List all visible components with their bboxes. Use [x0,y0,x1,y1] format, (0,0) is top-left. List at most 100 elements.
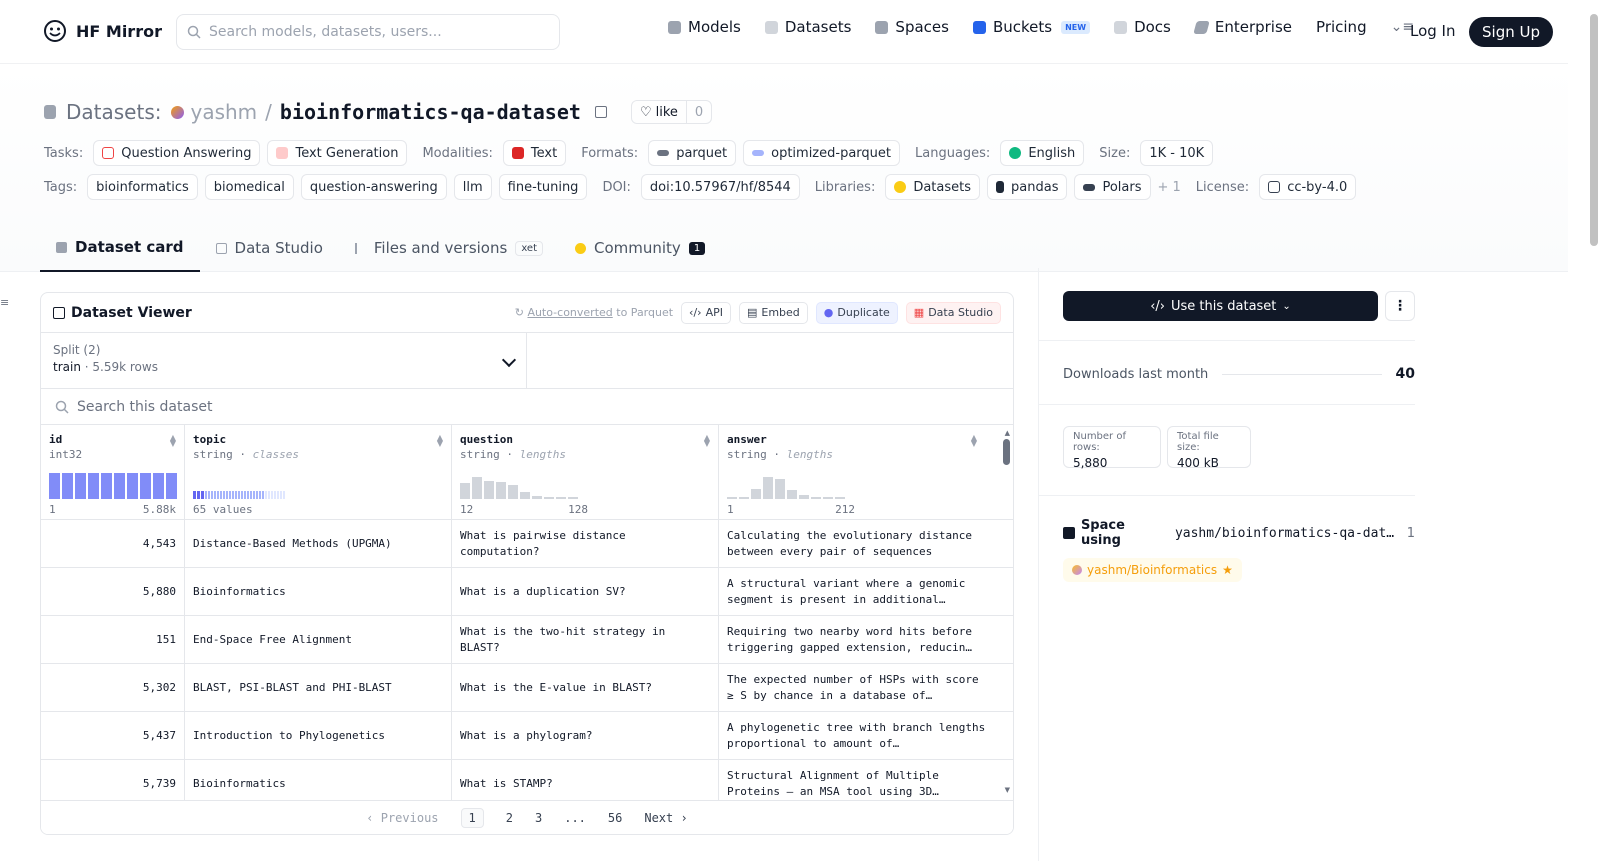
cell-question[interactable]: What is a phylogram? [452,712,719,759]
tag-question-answering-topic[interactable]: question-answering [300,174,447,200]
histogram-bar[interactable] [556,497,566,499]
sort-icon[interactable]: ▲ ▼ [704,434,710,448]
cell-answer[interactable]: A phylogenetic tree with branch lengths … [719,712,999,759]
histogram-bar[interactable] [496,482,506,499]
histogram-bar[interactable] [532,496,542,499]
class-segment[interactable] [235,491,237,499]
class-segment[interactable] [193,491,196,499]
cell-question[interactable]: What is the two-hit strategy in BLAST? [452,616,719,663]
tag-optimized-parquet[interactable]: optimized-parquet [743,140,900,166]
histogram-bar[interactable] [460,483,470,499]
cell-id[interactable]: 5,880 [41,568,185,615]
dataset-search[interactable] [41,389,1013,425]
class-segment[interactable] [201,491,204,499]
class-segment[interactable] [217,491,219,499]
histogram-bar[interactable] [823,497,833,499]
page-scroll-thumb[interactable] [1590,14,1598,246]
tag-fine-tuning[interactable]: fine-tuning [498,174,588,200]
histogram-bar[interactable] [508,485,518,499]
class-segment[interactable] [253,491,255,499]
table-row[interactable]: 4,543 Distance-Based Methods (UPGMA) What … [41,520,1013,568]
class-segment[interactable] [229,491,231,499]
class-segment[interactable] [277,491,279,499]
library-polars[interactable]: Polars [1074,174,1151,200]
class-segment[interactable] [244,491,246,499]
page-56-button[interactable]: 56 [608,811,622,825]
page-1-button[interactable]: 1 [460,807,484,828]
library-datasets[interactable]: Datasets [885,174,981,200]
duplicate-button[interactable]: ● Duplicate [815,301,898,324]
class-segment[interactable] [256,491,258,499]
class-segment[interactable] [197,491,200,499]
cell-answer[interactable]: The expected number of HSPs with score ≥… [719,664,999,711]
page-3-button[interactable]: 3 [535,811,542,825]
class-segment[interactable] [226,491,228,499]
cell-topic[interactable]: End-Space Free Alignment [185,616,452,663]
nav-datasets[interactable]: Datasets [764,18,851,36]
class-segment[interactable] [250,491,252,499]
histogram-bar[interactable] [101,473,112,499]
histogram-bar[interactable] [88,473,99,499]
cell-id[interactable]: 151 [41,616,185,663]
global-search-input[interactable] [209,24,529,40]
signup-button[interactable]: Sign Up [1469,17,1553,47]
nav-pricing[interactable]: Pricing [1316,18,1367,36]
tag-llm[interactable]: llm [453,174,492,200]
class-segment[interactable] [211,491,213,499]
histogram-bar[interactable] [153,473,164,499]
use-this-dataset-button[interactable]: ‹/› Use this dataset ⌄ [1063,291,1378,321]
class-segment[interactable] [214,491,216,499]
like-button[interactable]: ♡ like 0 [630,100,713,124]
sort-icon[interactable]: ▲ ▼ [971,434,977,448]
nav-docs[interactable]: Docs [1114,18,1171,36]
class-segment[interactable] [283,491,285,499]
doi-link[interactable]: doi:10.57967/hf/8544 [640,174,800,200]
histogram-bar[interactable] [520,492,530,499]
histogram-bar[interactable] [787,490,797,499]
class-segment[interactable] [220,491,222,499]
nav-spaces[interactable]: Spaces [875,18,949,36]
histogram-bar[interactable] [114,473,125,499]
nav-models[interactable]: Models [668,18,741,36]
dataset-search-input[interactable] [77,398,677,415]
scroll-down-icon[interactable]: ▼ [1005,786,1010,794]
class-segment[interactable] [265,491,267,499]
sort-icon[interactable]: ▲ ▼ [170,434,176,448]
column-header-question[interactable]: question string · lengths ▲ ▼ 12 128 [452,425,719,519]
cell-question[interactable]: What is pairwise distance computation? [452,520,719,567]
histogram-bar[interactable] [763,477,773,499]
histogram-bar[interactable] [75,473,86,499]
library-pandas[interactable]: pandas [987,174,1068,200]
histogram-bar[interactable] [727,497,737,499]
histogram-bar[interactable] [127,473,138,499]
data-studio-button[interactable]: ▦ Data Studio [905,301,1001,324]
tab-files-and-versions[interactable]: Files and versions xet [339,224,559,272]
histogram-bar[interactable] [49,473,60,499]
tag-biomedical[interactable]: biomedical [204,174,294,200]
table-row[interactable]: 5,880 Bioinformatics What is a duplication… [41,568,1013,616]
page-2-button[interactable]: 2 [506,811,513,825]
dataset-name-link[interactable]: bioinformatics-qa-dataset [280,100,581,124]
nav-enterprise[interactable]: Enterprise [1193,18,1292,36]
table-row[interactable]: 151 End-Space Free Alignment What is the t… [41,616,1013,664]
class-segment[interactable] [271,491,273,499]
tag-question-answering[interactable]: Question Answering [93,140,261,166]
tag-parquet[interactable]: parquet [648,140,737,166]
license-tag[interactable]: cc-by-4.0 [1259,174,1357,200]
cell-id[interactable]: 5,437 [41,712,185,759]
owner-link[interactable]: yashm [190,100,257,124]
tag-english[interactable]: English [1000,140,1085,166]
class-segment[interactable] [268,491,270,499]
cell-answer[interactable]: Requiring two nearby word hits before tr… [719,616,999,663]
histogram-bar[interactable] [544,497,554,499]
previous-page-button[interactable]: ‹ Previous [366,811,438,825]
class-segment[interactable] [259,491,261,499]
class-segment[interactable] [205,491,207,499]
histogram-bar[interactable] [484,481,494,499]
tag-size[interactable]: 1K - 10K [1140,140,1214,166]
histogram-bar[interactable] [140,473,151,499]
cell-topic[interactable]: Bioinformatics [185,760,452,800]
copy-icon[interactable] [594,106,607,118]
owner-avatar[interactable] [171,105,185,119]
nav-buckets[interactable]: Buckets NEW [972,18,1091,36]
